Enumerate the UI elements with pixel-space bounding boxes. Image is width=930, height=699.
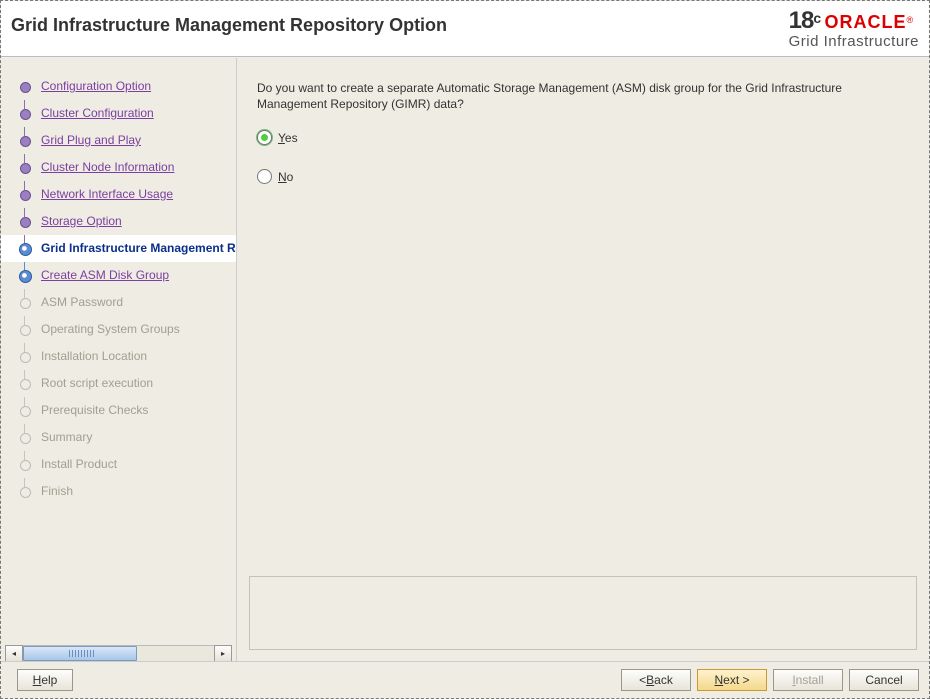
header: Grid Infrastructure Management Repositor… — [1, 1, 929, 57]
scroll-thumb[interactable] — [23, 646, 137, 661]
message-area — [249, 576, 917, 650]
step-prerequisite-checks: Prerequisite Checks — [1, 397, 236, 424]
step-label: Root script execution — [41, 376, 153, 390]
scroll-track[interactable] — [23, 645, 214, 662]
sidebar-horizontal-scrollbar[interactable]: ◂ ▸ — [5, 645, 232, 662]
step-network-interface-usage[interactable]: Network Interface Usage — [1, 181, 236, 208]
main-panel: Do you want to create a separate Automat… — [237, 58, 929, 662]
step-create-asm-disk-group[interactable]: Create ASM Disk Group — [1, 262, 236, 289]
step-cluster-node-information[interactable]: Cluster Node Information — [1, 154, 236, 181]
installer-window: Grid Infrastructure Management Repositor… — [0, 0, 930, 699]
radio-option-no[interactable]: No — [257, 169, 909, 184]
brand-sub: Grid Infrastructure — [789, 33, 919, 50]
scroll-right-button[interactable]: ▸ — [214, 645, 232, 662]
step-label: Install Product — [41, 457, 117, 471]
step-label: ASM Password — [41, 295, 123, 309]
radio-no-label: No — [278, 170, 293, 184]
step-gimr-option: Grid Infrastructure Management Repositor… — [1, 235, 236, 262]
step-finish: Finish — [1, 478, 236, 505]
step-os-groups: Operating System Groups — [1, 316, 236, 343]
step-label[interactable]: Grid Plug and Play — [41, 133, 141, 147]
step-label: Prerequisite Checks — [41, 403, 148, 417]
body: Configuration Option Cluster Configurati… — [1, 57, 929, 662]
scroll-left-button[interactable]: ◂ — [5, 645, 23, 662]
brand-name: ORACLE — [824, 12, 906, 32]
step-label: Installation Location — [41, 349, 147, 363]
radio-option-yes[interactable]: Yes — [257, 130, 909, 145]
prompt-text: Do you want to create a separate Automat… — [257, 80, 897, 112]
step-label: Grid Infrastructure Management Repositor… — [41, 241, 236, 255]
help-button[interactable]: Help — [17, 669, 73, 691]
install-button: Install — [773, 669, 843, 691]
step-label[interactable]: Network Interface Usage — [41, 187, 173, 201]
radio-yes-label: Yes — [278, 131, 298, 145]
step-label[interactable]: Storage Option — [41, 214, 122, 228]
sidebar: Configuration Option Cluster Configurati… — [1, 58, 237, 662]
step-cluster-configuration[interactable]: Cluster Configuration — [1, 100, 236, 127]
step-root-script-execution: Root script execution — [1, 370, 236, 397]
footer: Help < Back Next > Install Cancel — [1, 661, 929, 698]
brand-version-sup: c — [813, 10, 821, 26]
brand-block: 18c ORACLE® Grid Infrastructure — [789, 7, 919, 50]
cancel-button[interactable]: Cancel — [849, 669, 919, 691]
step-label: Operating System Groups — [41, 322, 180, 336]
step-list: Configuration Option Cluster Configurati… — [1, 58, 236, 505]
step-label[interactable]: Cluster Configuration — [41, 106, 154, 120]
step-label[interactable]: Configuration Option — [41, 79, 151, 93]
step-summary: Summary — [1, 424, 236, 451]
next-button[interactable]: Next > — [697, 669, 767, 691]
brand-version: 18 — [789, 7, 814, 34]
step-label[interactable]: Cluster Node Information — [41, 160, 174, 174]
step-storage-option[interactable]: Storage Option — [1, 208, 236, 235]
page-title: Grid Infrastructure Management Repositor… — [11, 15, 447, 36]
radio-no-input[interactable] — [257, 169, 272, 184]
step-label: Finish — [41, 484, 73, 498]
step-label: Summary — [41, 430, 92, 444]
back-button[interactable]: < Back — [621, 669, 691, 691]
step-grid-plug-and-play[interactable]: Grid Plug and Play — [1, 127, 236, 154]
step-installation-location: Installation Location — [1, 343, 236, 370]
radio-yes-input[interactable] — [257, 130, 272, 145]
step-configuration-option[interactable]: Configuration Option — [1, 73, 236, 100]
step-asm-password: ASM Password — [1, 289, 236, 316]
step-install-product: Install Product — [1, 451, 236, 478]
step-label[interactable]: Create ASM Disk Group — [41, 268, 169, 282]
brand-reg: ® — [906, 15, 913, 25]
